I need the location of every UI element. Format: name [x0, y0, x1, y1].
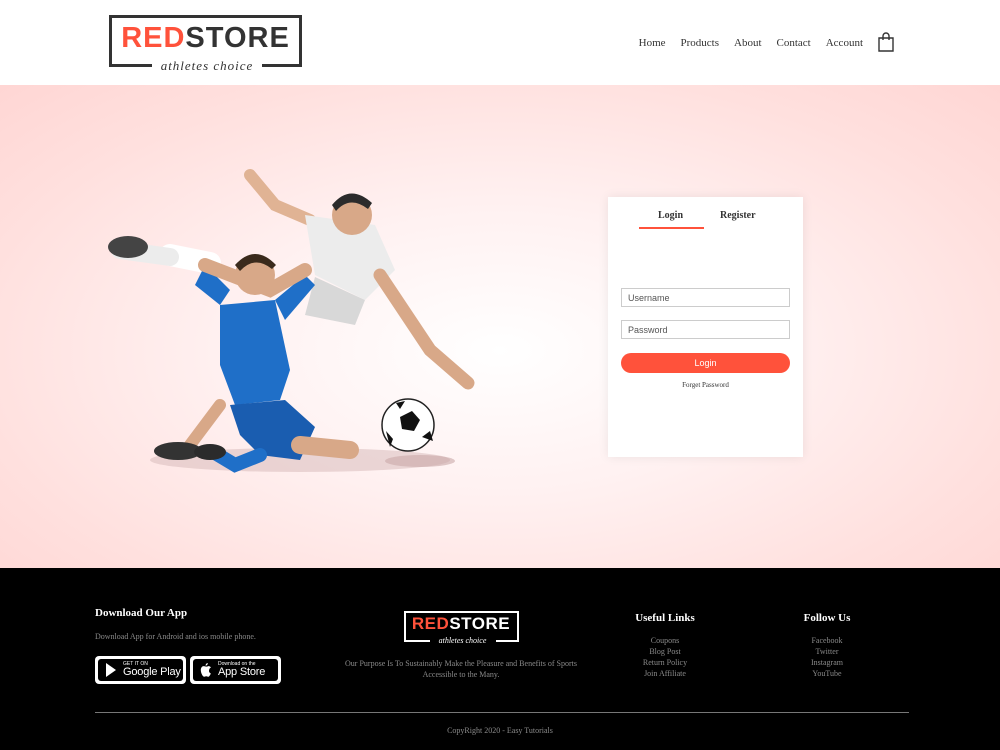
footer-brand-col: REDSTORE athletes choice Our Purpose Is … — [330, 611, 592, 680]
nav-products[interactable]: Products — [681, 36, 720, 50]
link-twitter[interactable]: Twitter — [782, 646, 872, 657]
google-play-big: Google Play — [123, 666, 181, 678]
copyright: CopyRight 2020 - Easy Tutorials — [447, 726, 553, 735]
nav-home[interactable]: Home — [639, 36, 666, 50]
footer-divider — [95, 712, 909, 713]
username-input[interactable] — [621, 288, 790, 307]
app-badges: GET IT ON Google Play Download on the Ap… — [95, 656, 305, 684]
hero-section: Login Register Login Forget Password — [0, 85, 1000, 568]
follow-us-list: Facebook Twitter Instagram YouTube — [782, 635, 872, 679]
nav-about[interactable]: About — [734, 36, 762, 50]
download-title: Download Our App — [95, 607, 188, 619]
football-players-image — [108, 169, 475, 473]
logo[interactable]: REDSTORE athletes choice — [109, 15, 302, 73]
tab-register[interactable]: Register — [720, 210, 756, 222]
footer-follow-col: Follow Us Facebook Twitter Instagram You… — [782, 611, 872, 679]
login-form-container: Login Register Login Forget Password — [608, 197, 803, 457]
tab-login[interactable]: Login — [658, 210, 683, 222]
login-button[interactable]: Login — [621, 353, 790, 373]
google-play-button[interactable]: GET IT ON Google Play — [95, 656, 186, 684]
forget-password-link[interactable]: Forget Password — [608, 381, 803, 389]
logo-text: REDSTORE — [121, 22, 290, 54]
purpose-text: Our Purpose Is To Sustainably Make the P… — [345, 659, 577, 679]
link-return-policy[interactable]: Return Policy — [620, 657, 710, 668]
link-join-affiliate[interactable]: Join Affiliate — [620, 668, 710, 679]
google-play-icon — [106, 663, 116, 677]
follow-us-title: Follow Us — [803, 612, 851, 624]
nav-account[interactable]: Account — [826, 36, 863, 50]
useful-links-list: Coupons Blog Post Return Policy Join Aff… — [620, 635, 710, 679]
link-facebook[interactable]: Facebook — [782, 635, 872, 646]
footer-logo-text: REDSTORE — [411, 614, 511, 633]
app-store-button[interactable]: Download on the App Store — [190, 656, 281, 684]
link-blog-post[interactable]: Blog Post — [620, 646, 710, 657]
app-store-big: App Store — [218, 666, 266, 678]
link-coupons[interactable]: Coupons — [620, 635, 710, 646]
header: REDSTORE athletes choice Home Products A… — [0, 0, 1000, 85]
apple-icon — [200, 663, 211, 677]
logo-tagline: athletes choice — [152, 59, 262, 73]
footer: Download Our App Download App for Androi… — [0, 568, 1000, 750]
download-text: Download App for Android and ios mobile … — [95, 632, 256, 641]
footer-useful-links-col: Useful Links Coupons Blog Post Return Po… — [620, 611, 710, 679]
useful-links-title: Useful Links — [635, 612, 695, 624]
footer-download-col: Download Our App Download App for Androi… — [95, 606, 305, 684]
link-instagram[interactable]: Instagram — [782, 657, 872, 668]
link-youtube[interactable]: YouTube — [782, 668, 872, 679]
shopping-bag-icon[interactable] — [877, 32, 895, 52]
password-input[interactable] — [621, 320, 790, 339]
main-nav: Home Products About Contact Account — [624, 36, 863, 50]
nav-contact[interactable]: Contact — [777, 36, 811, 50]
footer-logo[interactable]: REDSTORE athletes choice — [403, 611, 519, 645]
footer-logo-tagline: athletes choice — [429, 636, 496, 645]
tab-indicator — [639, 227, 704, 229]
